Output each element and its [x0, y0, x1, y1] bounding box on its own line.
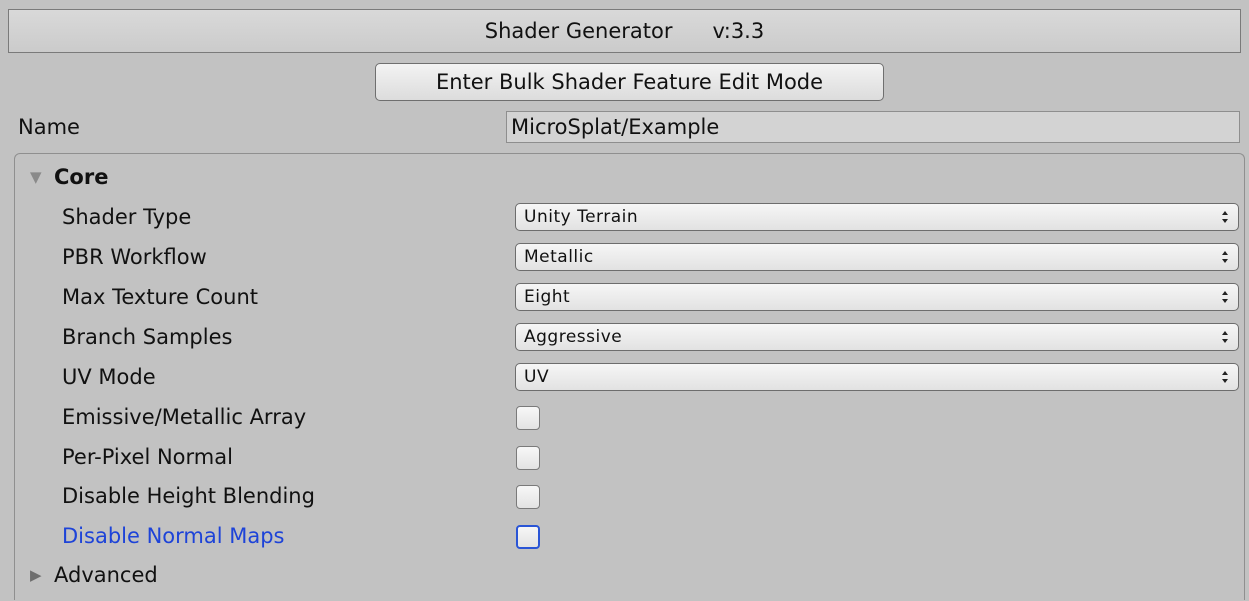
core-foldout-label: Core — [54, 165, 109, 189]
header-version: v:3.3 — [712, 19, 765, 43]
max-texture-count-value: Eight — [524, 287, 571, 307]
disable-height-blending-checkbox[interactable] — [516, 485, 540, 509]
max-texture-count-label: Max Texture Count — [62, 285, 259, 309]
per-pixel-normal-label: Per-Pixel Normal — [62, 445, 233, 469]
popup-arrows-icon — [1221, 291, 1229, 303]
branch-samples-dropdown[interactable]: Aggressive — [515, 323, 1239, 351]
disable-height-blending-label: Disable Height Blending — [62, 484, 315, 508]
pbr-workflow-value: Metallic — [524, 247, 594, 267]
pbr-workflow-dropdown[interactable]: Metallic — [515, 243, 1239, 271]
shader-type-value: Unity Terrain — [524, 207, 639, 227]
shader-name-field[interactable] — [506, 111, 1240, 143]
branch-samples-label: Branch Samples — [62, 325, 233, 349]
name-label: Name — [18, 115, 80, 139]
uv-mode-value: UV — [524, 367, 550, 387]
popup-arrows-icon — [1221, 331, 1229, 343]
core-foldout[interactable]: ▼ Core — [30, 163, 108, 191]
advanced-foldout-label: Advanced — [54, 563, 158, 587]
popup-arrows-icon — [1221, 371, 1229, 383]
disable-normal-maps-label: Disable Normal Maps — [62, 524, 285, 548]
uv-mode-label: UV Mode — [62, 365, 156, 389]
foldout-collapsed-icon: ▶ — [30, 566, 42, 584]
emissive-metallic-array-label: Emissive/Metallic Array — [62, 405, 307, 429]
shader-generator-header: Shader Generator v:3.3 — [8, 9, 1241, 53]
popup-arrows-icon — [1221, 251, 1229, 263]
shader-type-dropdown[interactable]: Unity Terrain — [515, 203, 1239, 231]
shader-type-label: Shader Type — [62, 205, 192, 229]
header-title: Shader Generator — [484, 19, 673, 43]
emissive-metallic-array-checkbox[interactable] — [516, 406, 540, 430]
bulk-edit-mode-button[interactable]: Enter Bulk Shader Feature Edit Mode — [375, 63, 884, 101]
pbr-workflow-label: PBR Workflow — [62, 245, 207, 269]
max-texture-count-dropdown[interactable]: Eight — [515, 283, 1239, 311]
advanced-foldout[interactable]: ▶ Advanced — [30, 561, 158, 589]
foldout-expanded-icon: ▼ — [30, 168, 42, 186]
branch-samples-value: Aggressive — [524, 327, 623, 347]
uv-mode-dropdown[interactable]: UV — [515, 363, 1239, 391]
per-pixel-normal-checkbox[interactable] — [516, 446, 540, 470]
disable-normal-maps-checkbox[interactable] — [516, 525, 540, 549]
popup-arrows-icon — [1221, 211, 1229, 223]
